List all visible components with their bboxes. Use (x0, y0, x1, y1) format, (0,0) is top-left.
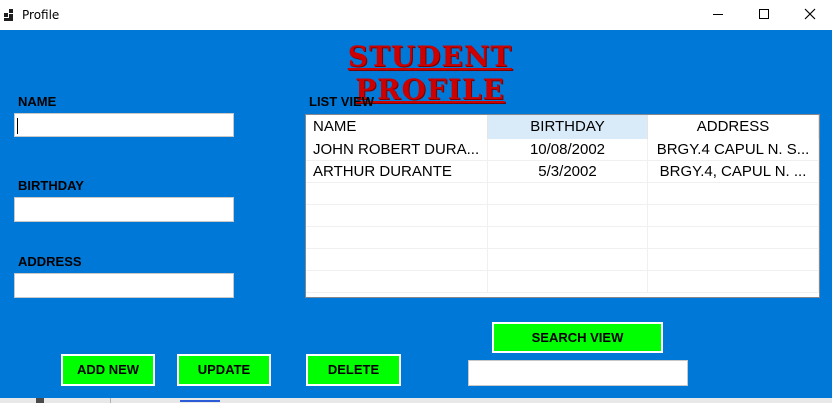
empty-cell (306, 227, 488, 249)
minimize-icon (713, 14, 723, 15)
list-view-label: LIST VIEW (309, 94, 374, 109)
window-title: Profile (22, 8, 60, 22)
birthday-label: BIRTHDAY (18, 178, 84, 193)
close-icon (804, 8, 816, 20)
student-list-view[interactable]: NAME BIRTHDAY ADDRESS JOHN ROBERT DURA..… (305, 114, 820, 298)
empty-row (306, 183, 819, 205)
address-label: ADDRESS (18, 254, 82, 269)
list-header: NAME BIRTHDAY ADDRESS (306, 115, 819, 139)
empty-cell (488, 227, 648, 249)
empty-cell (306, 271, 488, 293)
text-caret (17, 118, 18, 134)
table-row[interactable]: JOHN ROBERT DURA... 10/08/2002 BRGY.4 CA… (306, 139, 819, 161)
name-field[interactable] (14, 113, 234, 137)
empty-cell (488, 271, 648, 293)
address-field[interactable] (14, 273, 234, 298)
empty-cell (488, 249, 648, 271)
empty-row (306, 249, 819, 271)
minimize-button[interactable] (695, 0, 741, 30)
column-header-address[interactable]: ADDRESS (648, 115, 819, 139)
update-button[interactable]: UPDATE (177, 354, 271, 386)
empty-cell (648, 227, 819, 249)
cell-name: JOHN ROBERT DURA... (306, 139, 488, 161)
add-new-button[interactable]: ADD NEW (61, 354, 155, 386)
name-label: NAME (18, 94, 57, 109)
cell-address: BRGY.4, CAPUL N. ... (648, 161, 819, 183)
empty-row (306, 205, 819, 227)
empty-cell (306, 183, 488, 205)
delete-button[interactable]: DELETE (306, 354, 401, 386)
empty-cell (648, 183, 819, 205)
title-bar: Profile (0, 0, 832, 30)
close-button[interactable] (787, 0, 832, 30)
background-window-strip (0, 398, 832, 403)
maximize-icon (759, 9, 769, 19)
column-header-name[interactable]: NAME (306, 115, 488, 139)
empty-cell (488, 183, 648, 205)
empty-row (306, 271, 819, 293)
maximize-button[interactable] (741, 0, 787, 30)
empty-cell (648, 271, 819, 293)
cell-birthday: 5/3/2002 (488, 161, 648, 183)
birthday-field[interactable] (14, 197, 234, 222)
column-header-birthday[interactable]: BIRTHDAY (488, 115, 648, 139)
cell-birthday: 10/08/2002 (488, 139, 648, 161)
empty-cell (306, 205, 488, 227)
empty-cell (648, 249, 819, 271)
search-view-button[interactable]: SEARCH VIEW (492, 322, 663, 353)
app-icon (4, 9, 16, 21)
empty-cell (648, 205, 819, 227)
cell-address: BRGY.4 CAPUL N. S... (648, 139, 819, 161)
cell-name: ARTHUR DURANTE (306, 161, 488, 183)
empty-cell (488, 205, 648, 227)
empty-row (306, 227, 819, 249)
table-row[interactable]: ARTHUR DURANTE 5/3/2002 BRGY.4, CAPUL N.… (306, 161, 819, 183)
empty-cell (306, 249, 488, 271)
search-input[interactable] (468, 360, 688, 386)
